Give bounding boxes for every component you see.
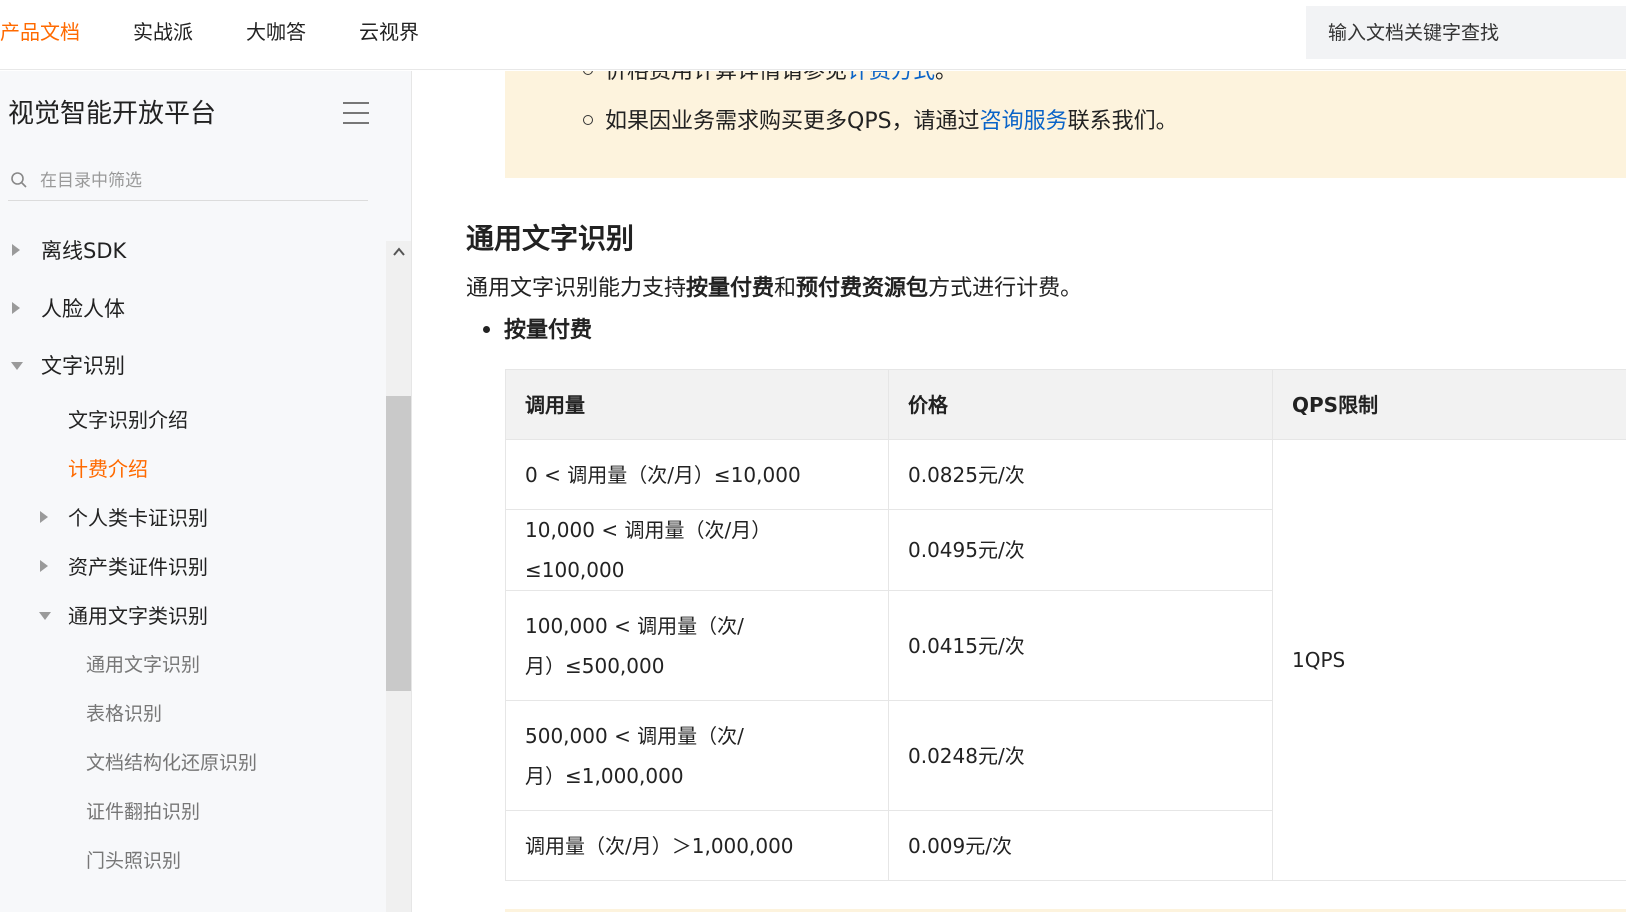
header-price: 价格 (888, 369, 1273, 440)
nav-item-practice[interactable]: 实战派 (133, 18, 193, 46)
pricing-table: 调用量 价格 QPS限制 0 < 调用量（次/月）≤10,000 0.0825元… (505, 369, 1626, 881)
caret-right-icon (12, 302, 20, 314)
sidebar-item-doc-structure[interactable]: 文档结构化还原识别 (0, 750, 380, 778)
usage-cell: 500,000 < 调用量（次/月）≤1,000,000 (505, 700, 889, 811)
sidebar-item-storefront[interactable]: 门头照识别 (0, 848, 380, 876)
top-navigation: 产品文档 实战派 大咖答 云视界 (0, 0, 1626, 70)
note-line-pricing: 价格费用计算详情请参见计费方式。 (583, 71, 957, 87)
sidebar-item-general-ocr-group[interactable]: 通用文字类识别 (0, 603, 380, 631)
caret-right-icon (40, 560, 48, 572)
price-cell: 0.0248元/次 (888, 700, 1273, 811)
sidebar-filter (8, 163, 368, 201)
sidebar-item-ocr[interactable]: 文字识别 (0, 352, 380, 382)
bullet-circle-icon (583, 115, 593, 125)
nav-item-product-docs[interactable]: 产品文档 (0, 18, 80, 46)
table-header-row: 调用量 价格 QPS限制 (505, 369, 1626, 440)
doc-search-box (1306, 6, 1626, 59)
usage-cell: 0 < 调用量（次/月）≤10,000 (505, 439, 889, 510)
caret-right-icon (40, 511, 48, 523)
section-description: 通用文字识别能力支持按量付费和预付费资源包方式进行计费。 (466, 276, 1083, 301)
usage-cell: 调用量（次/月）＞1,000,000 (505, 810, 889, 881)
nav-item-cloud-vision[interactable]: 云视界 (359, 18, 419, 46)
consult-service-link[interactable]: 咨询服务 (980, 109, 1068, 134)
sidebar-item-asset-cert[interactable]: 资产类证件识别 (0, 554, 380, 582)
price-cell: 0.009元/次 (888, 810, 1273, 881)
menu-icon[interactable] (343, 102, 369, 124)
search-icon (11, 172, 27, 188)
sidebar-item-face-body[interactable]: 人脸人体 (0, 295, 380, 325)
caret-down-icon (11, 362, 23, 370)
sidebar-filter-input[interactable] (40, 163, 360, 199)
sidebar-item-ocr-intro[interactable]: 文字识别介绍 (0, 407, 380, 435)
sidebar-item-billing-intro[interactable]: 计费介绍 (0, 456, 380, 484)
billing-type-bullet: 按量付费 (483, 316, 592, 346)
sidebar-item-personal-card[interactable]: 个人类卡证识别 (0, 505, 380, 533)
doc-search-input[interactable] (1306, 6, 1626, 59)
billing-method-link[interactable]: 计费方式 (847, 71, 935, 84)
header-qps: QPS限制 (1272, 369, 1626, 440)
price-cell: 0.0495元/次 (888, 509, 1273, 591)
price-cell: 0.0415元/次 (888, 590, 1273, 701)
qps-cell: 1QPS (1272, 439, 1626, 881)
bullet-circle-icon (583, 71, 593, 75)
sidebar-item-cert-recapture[interactable]: 证件翻拍识别 (0, 799, 380, 827)
caret-right-icon (12, 244, 20, 256)
sidebar-title: 视觉智能开放平台 (8, 99, 217, 129)
sidebar-item-general-ocr[interactable]: 通用文字识别 (0, 652, 380, 680)
caret-down-icon (39, 612, 51, 620)
section-title: 通用文字识别 (466, 222, 635, 255)
sidebar-scrollbar-thumb[interactable] (386, 396, 411, 691)
sidebar-item-offline-sdk[interactable]: 离线SDK (0, 237, 380, 267)
sidebar: 视觉智能开放平台 离线SDK 人脸人体 文字识别 文字识别介绍 计费介绍 (0, 71, 412, 912)
table-row: 0 < 调用量（次/月）≤10,000 0.0825元/次 1QPS (505, 439, 1626, 881)
note-line-qps: 如果因业务需求购买更多QPS，请通过咨询服务联系我们。 (583, 107, 1178, 137)
chevron-up-icon[interactable] (390, 243, 408, 261)
sidebar-item-table-ocr[interactable]: 表格识别 (0, 701, 380, 729)
price-cell: 0.0825元/次 (888, 439, 1273, 510)
main-content: 价格费用计算详情请参见计费方式。 如果因业务需求购买更多QPS，请通过咨询服务联… (413, 71, 1626, 912)
nav-item-expert-qa[interactable]: 大咖答 (246, 18, 306, 46)
header-usage: 调用量 (505, 369, 889, 440)
usage-cell: 10,000 < 调用量（次/月）≤100,000 (505, 509, 889, 591)
usage-cell: 100,000 < 调用量（次/月）≤500,000 (505, 590, 889, 701)
